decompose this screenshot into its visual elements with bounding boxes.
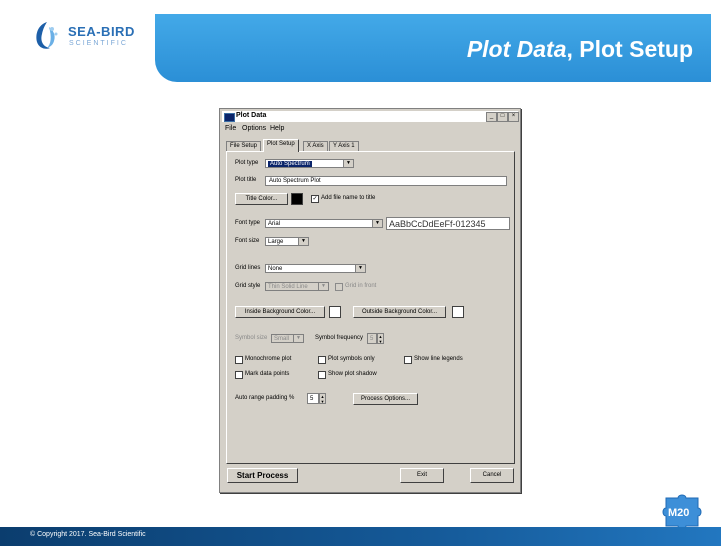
menu-help[interactable]: Help	[270, 125, 284, 132]
show-line-legends-checkbox[interactable]	[404, 356, 412, 364]
tab-y-axis-1[interactable]: Y Axis 1	[329, 141, 359, 151]
inside-background-color-button[interactable]: Inside Background Color...	[235, 306, 325, 318]
window-title: Plot Data	[236, 112, 267, 119]
symbol-frequency-input[interactable]: 5	[367, 333, 377, 344]
plot-type-label: Plot type	[235, 160, 259, 166]
plot-setup-panel: Plot type Auto Spectrum ▼ Plot title Aut…	[226, 151, 515, 464]
process-options-button[interactable]: Process Options...	[353, 393, 418, 405]
chevron-down-icon: ▼	[343, 160, 353, 167]
menu-bar: File Options Help	[222, 124, 518, 134]
maximize-button[interactable]: □	[497, 112, 508, 122]
start-process-button[interactable]: Start Process	[227, 468, 298, 483]
tab-x-axis[interactable]: X Axis	[303, 141, 328, 151]
chevron-down-icon: ▼	[372, 220, 382, 227]
monochrome-plot-checkbox[interactable]	[235, 356, 243, 364]
font-preview: AaBbCcDdEeFf-012345	[386, 217, 510, 230]
chevron-down-icon: ▼	[318, 283, 328, 290]
outside-background-swatch[interactable]	[452, 306, 464, 318]
symbol-frequency-label: Symbol frequency	[315, 335, 364, 341]
auto-range-padding-input[interactable]: 5	[307, 393, 319, 404]
mark-data-points-label: Mark data points	[245, 371, 290, 377]
plot-symbols-only-label: Plot symbols only	[328, 356, 375, 362]
title-color-swatch[interactable]	[291, 193, 303, 205]
footer-bar: © Copyright 2017. Sea-Bird Scientific	[0, 527, 721, 546]
show-line-legends-label: Show line legends	[414, 356, 463, 362]
grid-style-select[interactable]: Thin Solid Line ▼	[265, 282, 329, 291]
plot-type-select[interactable]: Auto Spectrum ▼	[265, 159, 354, 168]
module-badge-label: M20	[668, 507, 690, 519]
app-icon	[224, 113, 235, 122]
auto-range-padding-spinner[interactable]: ▲ ▼	[319, 393, 326, 404]
title-banner: Plot Data, Plot Setup	[155, 14, 711, 82]
plot-title-input[interactable]: Auto Spectrum Plot	[265, 176, 507, 186]
plot-title-label: Plot title	[235, 177, 257, 183]
slide-title-rest: , Plot Setup	[566, 36, 694, 62]
symbol-size-label: Symbol size	[235, 335, 268, 341]
mark-data-points-checkbox[interactable]	[235, 371, 243, 379]
title-bar: Plot Data _ □ ×	[222, 111, 519, 122]
show-plot-shadow-label: Show plot shadow	[328, 371, 377, 377]
outside-background-color-button[interactable]: Outside Background Color...	[353, 306, 446, 318]
close-button[interactable]: ×	[508, 112, 519, 122]
cancel-button[interactable]: Cancel	[470, 468, 514, 483]
font-size-value: Large	[268, 239, 284, 245]
symbol-size-select[interactable]: Small ▼	[271, 334, 304, 343]
font-type-select[interactable]: Arial ▼	[265, 219, 383, 228]
grid-lines-select[interactable]: None ▼	[265, 264, 366, 273]
monochrome-plot-label: Monochrome plot	[245, 356, 292, 362]
tab-file-setup[interactable]: File Setup	[226, 141, 262, 151]
grid-style-label: Grid style	[235, 283, 261, 289]
exit-button[interactable]: Exit	[400, 468, 444, 483]
menu-file[interactable]: File	[225, 125, 236, 132]
sea-bird-logo-icon	[36, 22, 58, 49]
menu-options[interactable]: Options	[242, 125, 266, 132]
add-file-name-checkbox[interactable]: ✓	[311, 195, 319, 203]
slide-title: Plot Data, Plot Setup	[467, 36, 693, 63]
logo-text: SEA-BIRD	[68, 24, 135, 39]
font-size-select[interactable]: Large ▼	[265, 237, 309, 246]
inside-background-swatch[interactable]	[329, 306, 341, 318]
minimize-button[interactable]: _	[486, 112, 497, 122]
show-plot-shadow-checkbox[interactable]	[318, 371, 326, 379]
font-type-value: Arial	[268, 221, 281, 227]
chevron-down-icon: ▼	[355, 265, 365, 272]
chevron-down-icon: ▼	[293, 335, 303, 342]
chevron-down-icon: ▼	[298, 238, 308, 245]
auto-range-padding-label: Auto range padding %	[235, 395, 295, 401]
symbol-frequency-spinner[interactable]: ▲ ▼	[377, 333, 384, 344]
symbol-size-value: Small	[274, 336, 290, 342]
plot-type-value: Auto Spectrum	[268, 161, 312, 167]
logo-subtext: SCIENTIFIC	[69, 40, 128, 47]
tab-plot-setup[interactable]: Plot Setup	[263, 139, 299, 152]
add-file-name-label: Add file name to title	[321, 195, 376, 201]
copyright-text: © Copyright 2017. Sea-Bird Scientific	[30, 531, 146, 538]
font-type-label: Font type	[235, 220, 261, 226]
title-color-button[interactable]: Title Color...	[235, 193, 288, 205]
plot-data-window: Plot Data _ □ × File Options Help File S…	[219, 108, 521, 493]
grid-in-front-checkbox[interactable]	[335, 283, 343, 291]
plot-symbols-only-checkbox[interactable]	[318, 356, 326, 364]
grid-lines-label: Grid lines	[235, 265, 261, 271]
slide-title-italic: Plot Data	[466, 36, 567, 62]
font-size-label: Font size	[235, 238, 260, 244]
grid-lines-value: None	[268, 266, 283, 272]
grid-style-value: Thin Solid Line	[268, 284, 308, 290]
grid-in-front-label: Grid in front	[345, 283, 377, 289]
